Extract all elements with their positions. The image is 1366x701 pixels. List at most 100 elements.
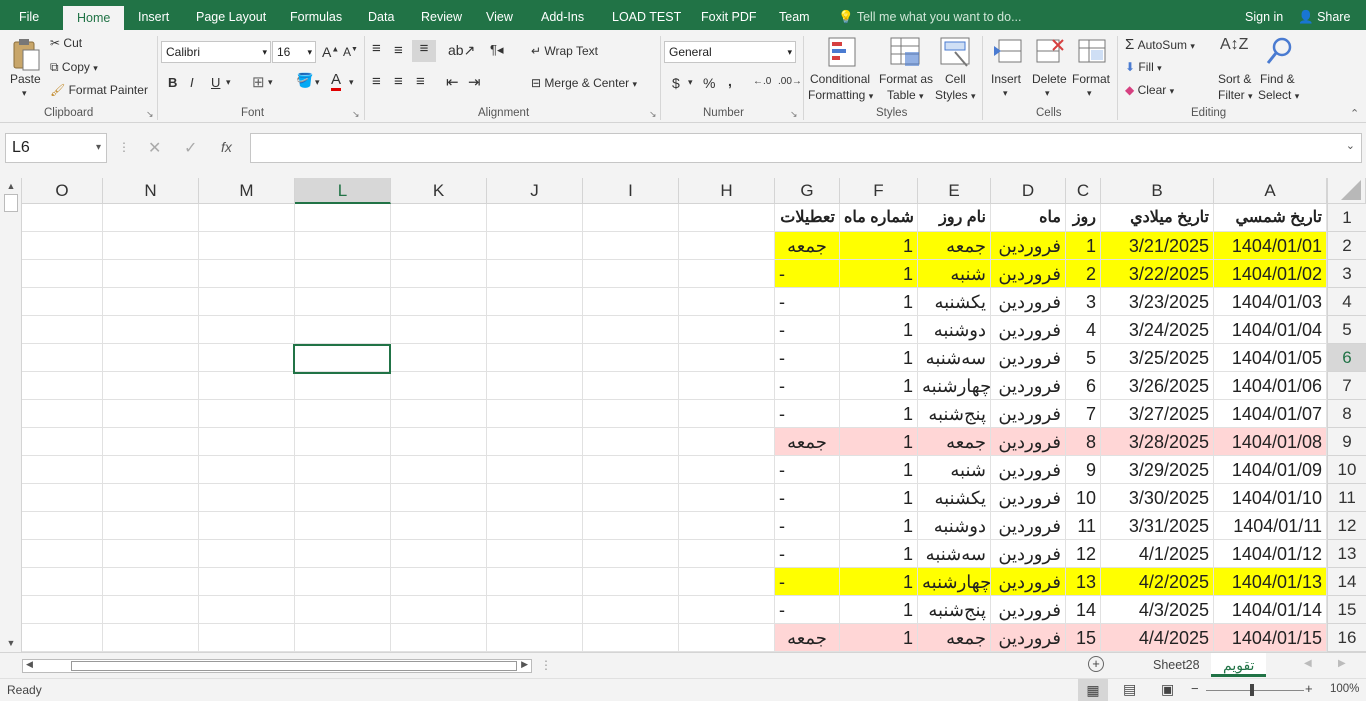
bold-button[interactable]: B [168,75,177,90]
month-number-cell[interactable]: 1 [840,232,918,260]
clear-button[interactable]: ◆ Clear ▾ [1125,83,1174,97]
month-cell[interactable]: فروردين [991,456,1066,484]
increase-indent-icon[interactable]: ⇥ [468,73,481,91]
grid-cell[interactable] [391,596,487,624]
currency-button[interactable]: $ [672,75,680,91]
grid-cell[interactable] [199,372,295,400]
grid-cell[interactable] [22,372,103,400]
header-cell-month-number[interactable]: شماره ماه [840,204,918,232]
holiday-cell[interactable]: جمعه [775,232,840,260]
grid-cell[interactable] [391,540,487,568]
gregorian-date-cell[interactable]: 3/30/2025 [1101,484,1214,512]
grid-cell[interactable] [487,316,583,344]
holiday-cell[interactable]: - [775,456,840,484]
grid-cell[interactable] [22,204,103,232]
grid-cell[interactable] [487,428,583,456]
holiday-cell[interactable]: - [775,400,840,428]
grid-cell[interactable] [487,624,583,652]
grid-cell[interactable] [199,568,295,596]
grid-cell[interactable] [103,232,199,260]
day-name-cell[interactable]: يکشنبه [918,484,991,512]
grid-cell[interactable] [103,428,199,456]
column-header-l[interactable]: L [295,178,391,204]
grid-cell[interactable] [391,316,487,344]
font-name-select[interactable]: Calibri ▾ [161,41,271,63]
grid-cell[interactable] [103,568,199,596]
grid-cell[interactable] [22,484,103,512]
grid-cell[interactable] [583,484,679,512]
month-number-cell[interactable]: 1 [840,624,918,652]
grid-cell[interactable] [199,400,295,428]
italic-button[interactable]: I [190,75,194,90]
format-cells-button[interactable]: Format ▾ [1070,34,1114,104]
scroll-down-icon[interactable]: ▼ [4,638,18,648]
delete-cells-button[interactable]: Delete ▾ [1030,34,1070,104]
column-header-d[interactable]: D [991,178,1066,204]
grid-cell[interactable] [583,232,679,260]
grid-cell[interactable] [22,260,103,288]
grid-cell[interactable] [583,260,679,288]
grid-cell[interactable] [295,232,391,260]
chevron-down-icon[interactable]: ▾ [315,77,320,88]
grid-cell[interactable] [295,288,391,316]
grid-cell[interactable] [103,484,199,512]
grid-cell[interactable] [22,232,103,260]
month-cell[interactable]: فروردين [991,428,1066,456]
day-name-cell[interactable]: پنج‌شنبه [918,596,991,624]
persian-date-cell[interactable]: 1404/01/01 [1214,232,1327,260]
grid-cell[interactable] [583,568,679,596]
align-center-icon[interactable]: ≡ [394,73,403,90]
grid-cell[interactable] [103,288,199,316]
zoom-in-icon[interactable]: + [1305,681,1313,696]
tab-view[interactable]: View [486,0,513,30]
column-header-g[interactable]: G [775,178,840,204]
day-cell[interactable]: 10 [1066,484,1101,512]
decrease-indent-icon[interactable]: ⇤ [446,73,459,91]
fill-color-icon[interactable]: 🪣 [296,72,313,89]
column-header-a[interactable]: A [1214,178,1327,204]
grid-cell[interactable] [22,400,103,428]
tab-data[interactable]: Data [368,0,394,30]
day-name-cell[interactable]: جمعه [918,428,991,456]
holiday-cell[interactable]: - [775,596,840,624]
day-name-cell[interactable]: سه‌شنبه [918,540,991,568]
grid-cell[interactable] [391,624,487,652]
scroll-up-icon[interactable]: ▲ [4,181,18,191]
grid-cell[interactable] [22,568,103,596]
decrease-decimal-icon[interactable]: .00→ [778,76,802,87]
grid-cell[interactable] [391,400,487,428]
grid-cell[interactable] [295,428,391,456]
row-header[interactable]: 4 [1327,288,1366,316]
tab-home[interactable]: Home [63,6,125,30]
grid-cell[interactable] [199,260,295,288]
decrease-font-icon[interactable]: A▼ [343,45,358,59]
gregorian-date-cell[interactable]: 4/4/2025 [1101,624,1214,652]
grid-cell[interactable] [199,316,295,344]
grid-cell[interactable] [103,204,199,232]
copy-button[interactable]: ⧉ Copy ▾ [50,60,98,75]
persian-date-cell[interactable]: 1404/01/04 [1214,316,1327,344]
row-header[interactable]: 2 [1327,232,1366,260]
confirm-entry-icon[interactable]: ✓ [184,138,197,158]
grid-cell[interactable] [22,596,103,624]
grid-cell[interactable] [295,596,391,624]
persian-date-cell[interactable]: 1404/01/05 [1214,344,1327,372]
column-header-f[interactable]: F [840,178,918,204]
header-cell-day-name[interactable]: نام روز [918,204,991,232]
month-cell[interactable]: فروردين [991,484,1066,512]
number-format-select[interactable]: General ▾ [664,41,796,63]
page-break-view-icon[interactable]: ▣ [1161,681,1174,698]
column-header-m[interactable]: M [199,178,295,204]
persian-date-cell[interactable]: 1404/01/09 [1214,456,1327,484]
grid-cell[interactable] [22,512,103,540]
month-number-cell[interactable]: 1 [840,344,918,372]
horizontal-scrollbar[interactable]: ◀ ▶ [22,659,532,673]
formula-input[interactable]: ⌄ [250,133,1362,163]
grid-cell[interactable] [679,596,775,624]
grid-cell[interactable] [487,204,583,232]
expand-formula-icon[interactable]: ⌄ [1346,139,1355,152]
grid-cell[interactable] [295,512,391,540]
text-direction-icon[interactable]: ¶◂ [490,42,504,58]
holiday-cell[interactable]: - [775,540,840,568]
grid-cell[interactable] [103,456,199,484]
